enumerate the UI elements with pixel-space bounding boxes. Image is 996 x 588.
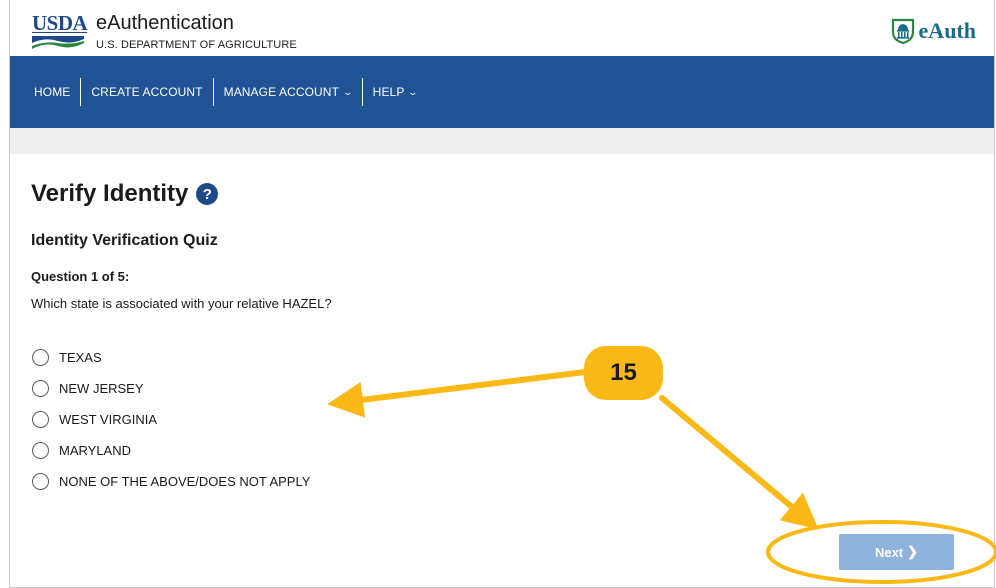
option-label: MARYLAND [59, 443, 132, 458]
capitol-shield-icon [891, 18, 914, 44]
chevron-down-icon: ⌄ [342, 87, 354, 97]
usda-wordmark: USDA [32, 11, 88, 35]
nav-item-label: MANAGE ACCOUNT [223, 85, 340, 99]
answer-option[interactable]: NEW JERSEY [32, 373, 310, 404]
nav-item-manage-account[interactable]: MANAGE ACCOUNT ⌄ [214, 78, 363, 106]
eauth-logo[interactable]: eAuth [890, 18, 976, 44]
radio-button[interactable] [32, 380, 49, 397]
radio-button[interactable] [32, 411, 49, 428]
next-button-label: Next [874, 544, 904, 560]
usda-waves-icon [32, 36, 84, 49]
nav-item-label: CREATE ACCOUNT [91, 85, 203, 99]
next-button[interactable]: Next ❯ [839, 534, 954, 570]
option-label: WEST VIRGINIA [59, 412, 157, 427]
nav-item-home[interactable]: HOME [24, 78, 82, 106]
nav-item-create-account[interactable]: CREATE ACCOUNT [81, 78, 214, 106]
site-header: USDA eAuthentication U.S. DEPARTMENT OF … [10, 0, 994, 56]
chevron-down-icon: ⌄ [407, 87, 419, 97]
radio-button[interactable] [32, 349, 49, 366]
page-frame: USDA eAuthentication U.S. DEPARTMENT OF … [9, 0, 995, 588]
radio-button[interactable] [32, 473, 49, 490]
answer-option[interactable]: MARYLAND [32, 435, 310, 466]
step-number: 15 [610, 359, 637, 386]
main-navigation: HOME CREATE ACCOUNT MANAGE ACCOUNT ⌄ HEL… [10, 56, 994, 128]
page-heading: Verify Identity ? [31, 180, 219, 208]
page-title-row: Verify Identity ? [31, 180, 219, 208]
question-text: Which state is associated with your rela… [31, 296, 332, 311]
app-title: eAuthentication [96, 12, 234, 34]
eauth-wordmark: eAuth [918, 18, 976, 43]
help-icon[interactable]: ? [196, 183, 219, 205]
question-number: Question 1 of 5: [31, 269, 130, 284]
radio-button[interactable] [32, 442, 49, 459]
nav-item-label: HOME [34, 85, 71, 99]
page-title: Verify Identity [31, 180, 189, 207]
option-label: TEXAS [59, 350, 102, 365]
option-label: NONE OF THE ABOVE/DOES NOT APPLY [59, 474, 311, 489]
nav-item-help[interactable]: HELP ⌄ [363, 78, 427, 106]
nav-item-label: HELP [372, 85, 405, 99]
answer-option[interactable]: NONE OF THE ABOVE/DOES NOT APPLY [32, 466, 310, 497]
usda-logo[interactable]: USDA [32, 11, 88, 50]
answer-option[interactable]: WEST VIRGINIA [32, 404, 310, 435]
gray-band [10, 128, 994, 154]
answer-options: TEXAS NEW JERSEY WEST VIRGINIA MARYLAND … [32, 342, 310, 497]
department-name: U.S. DEPARTMENT OF AGRICULTURE [96, 39, 297, 51]
option-label: NEW JERSEY [59, 381, 144, 396]
quiz-title: Identity Verification Quiz [31, 232, 218, 249]
answer-option[interactable]: TEXAS [32, 342, 310, 373]
chevron-right-icon: ❯ [907, 544, 919, 559]
